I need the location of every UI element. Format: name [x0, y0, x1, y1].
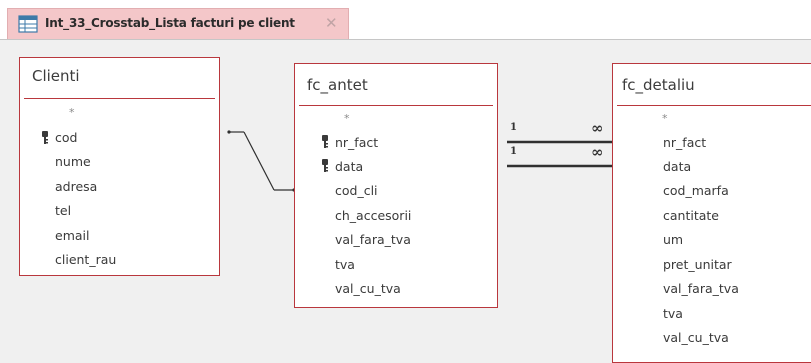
- field-nr-fact[interactable]: nr_fact: [335, 135, 378, 150]
- field-cantitate[interactable]: cantitate: [663, 208, 719, 223]
- field-cod-marfa[interactable]: cod_marfa: [663, 183, 729, 198]
- field-cod[interactable]: cod: [55, 130, 77, 145]
- field-tel[interactable]: tel: [55, 203, 71, 218]
- document-tab-bar: Int_33_Crosstab_Lista facturi pe client …: [0, 0, 811, 40]
- field-ch-accesorii[interactable]: ch_accesorii: [335, 208, 411, 223]
- field-val-fara-tva[interactable]: val_fara_tva: [335, 232, 411, 247]
- field-nume[interactable]: nume: [55, 154, 91, 169]
- field-val-cu-tva[interactable]: val_cu_tva: [335, 281, 401, 296]
- field-adresa[interactable]: adresa: [55, 179, 97, 194]
- primary-key-icon: [321, 134, 330, 148]
- table-fc-antet[interactable]: fc_antet * nr_fact data cod_cli ch_acces…: [294, 63, 498, 308]
- close-icon[interactable]: ✕: [325, 14, 338, 32]
- table-title[interactable]: Clienti: [20, 67, 80, 85]
- field-pret-unitar[interactable]: pret_unitar: [663, 257, 732, 272]
- field-all[interactable]: *: [662, 112, 668, 125]
- table-clienti[interactable]: Clienti * cod nume adresa tel email clie…: [19, 57, 220, 276]
- field-data[interactable]: data: [335, 159, 363, 174]
- field-cod-cli[interactable]: cod_cli: [335, 183, 378, 198]
- query-design-canvas: 1 ∞ 1 ∞ Clienti * cod nume adresa tel em…: [0, 40, 811, 363]
- query-icon: [18, 15, 38, 33]
- table-title[interactable]: fc_detaliu: [613, 76, 695, 94]
- cardinality-many: ∞: [591, 143, 604, 161]
- table-fc-detaliu[interactable]: fc_detaliu * nr_fact data cod_marfa cant…: [612, 63, 811, 363]
- cardinality-one: 1: [510, 122, 517, 133]
- cardinality-many: ∞: [591, 119, 604, 137]
- document-tab[interactable]: Int_33_Crosstab_Lista facturi pe client …: [7, 8, 349, 39]
- field-tva[interactable]: tva: [663, 306, 683, 321]
- field-nr-fact[interactable]: nr_fact: [663, 135, 706, 150]
- field-client-rau[interactable]: client_rau: [55, 252, 116, 267]
- field-all[interactable]: *: [344, 112, 350, 125]
- cardinality-one: 1: [510, 146, 517, 157]
- field-data[interactable]: data: [663, 159, 691, 174]
- field-all[interactable]: *: [69, 106, 75, 119]
- field-val-fara-tva[interactable]: val_fara_tva: [663, 281, 739, 296]
- field-email[interactable]: email: [55, 228, 89, 243]
- join-line-clienti-antet-diag[interactable]: [243, 131, 275, 191]
- tab-title: Int_33_Crosstab_Lista facturi pe client: [45, 16, 295, 30]
- field-um[interactable]: um: [663, 232, 683, 247]
- primary-key-icon: [41, 130, 50, 144]
- field-tva[interactable]: tva: [335, 257, 355, 272]
- primary-key-icon: [321, 158, 330, 172]
- table-title[interactable]: fc_antet: [295, 76, 368, 94]
- field-val-cu-tva[interactable]: val_cu_tva: [663, 330, 729, 345]
